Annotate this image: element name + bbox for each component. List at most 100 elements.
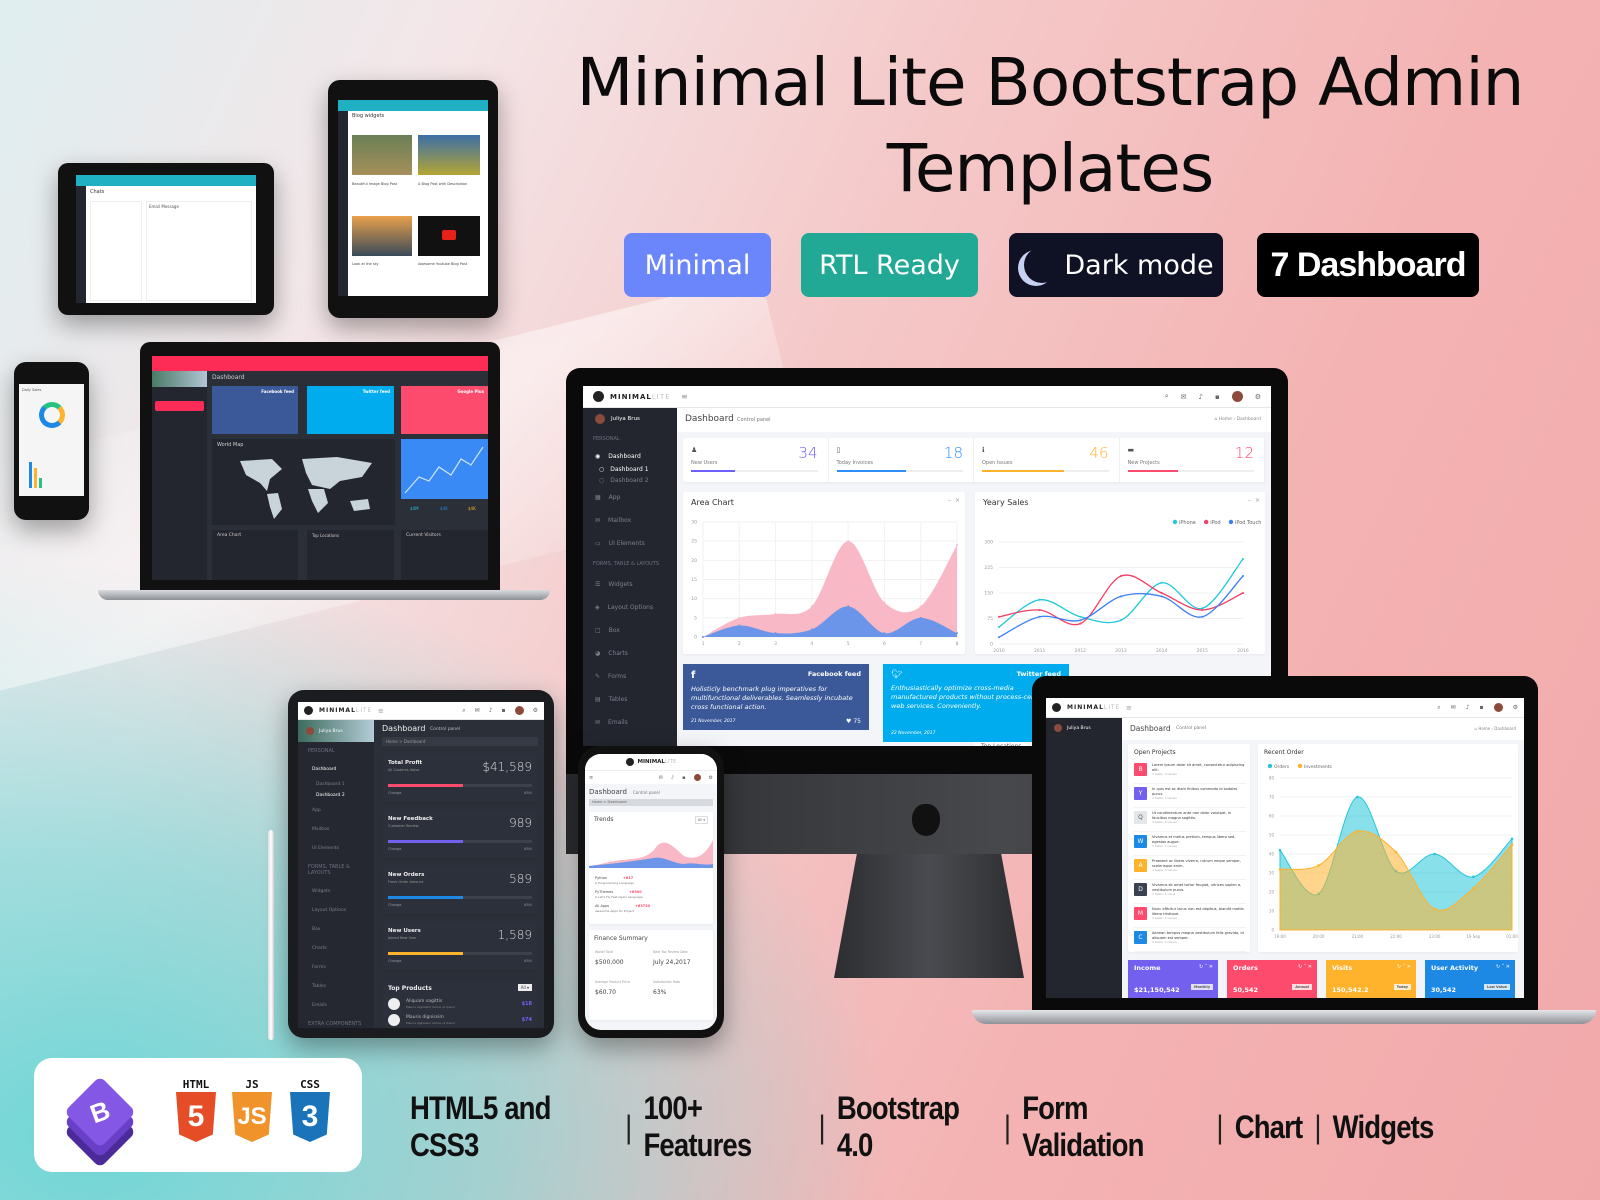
sidebar-user[interactable]: Juliya Brus — [1046, 718, 1122, 738]
x-tick-label: 1 — [702, 641, 705, 647]
mail-icon[interactable]: ✉ — [475, 707, 480, 714]
youtube-play-icon[interactable] — [442, 230, 456, 240]
sidebar-item-box[interactable]: □ Box — [583, 619, 677, 642]
likes[interactable]: ♥ 75 — [846, 718, 861, 725]
sidebar-item-charts[interactable]: ◕ Charts — [583, 642, 677, 665]
sidebar-label: Mailbox — [608, 517, 632, 524]
brand-logo[interactable]: MINIMAL LITE — [583, 391, 677, 402]
search-icon[interactable]: ⌕ — [1165, 392, 1169, 401]
project-item[interactable]: A Praesent ac libero viverra, rutrum nequ… — [1134, 856, 1246, 880]
avatar[interactable] — [1493, 703, 1503, 712]
sidebar-item-app[interactable]: ▦ App — [583, 486, 677, 509]
project-item[interactable]: C Aenean tempus magna vestibulum felis gr… — [1134, 928, 1246, 952]
mail-icon[interactable]: ✉ — [1181, 393, 1187, 401]
breadcrumb-home[interactable]: Home — [1478, 726, 1490, 731]
chat-icon[interactable]: ▪ — [1215, 393, 1220, 401]
sidebar-item-dashboard[interactable] — [155, 401, 204, 411]
hamburger-menu-icon[interactable]: ≡ — [1126, 704, 1132, 712]
brand-logo[interactable]: MINIMAL LITE — [585, 754, 717, 770]
sidebar-item[interactable]: Dashboard 1 — [298, 779, 374, 790]
sidebar-item-dashboard-1[interactable]: ○ Dashboard 1 — [583, 464, 677, 475]
product-item[interactable]: Mauris dignissim Mauris dignissim lectus … — [388, 1014, 532, 1028]
project-item[interactable]: Q Ut condimentum ante non dolor volutpat,… — [1134, 808, 1246, 832]
widget-value: 150,542.2 — [1332, 986, 1369, 994]
gear-icon[interactable]: ⚙ — [1513, 704, 1518, 711]
phone-screen: MINIMAL LITE ≡ ✉ ♪ ▪ ⚙ Dashboard Control pane… — [585, 754, 717, 1030]
sidebar-user[interactable]: Juliya Brus — [298, 720, 374, 742]
sidebar-item[interactable]: Dashboard 2 — [298, 790, 374, 801]
avatar[interactable] — [1231, 391, 1243, 402]
sidebar-item[interactable]: Tables — [298, 977, 374, 996]
sales-line — [404, 446, 484, 494]
sidebar-item[interactable]: Widgets — [298, 882, 374, 901]
widget-controls-icon[interactable]: ↻ ˄ ✕ — [1199, 964, 1213, 970]
hamburger-menu-icon[interactable]: ≡ — [589, 775, 593, 781]
x-tick-label: 20:00 — [1313, 934, 1325, 939]
brand-logo[interactable]: MINIMAL LITE — [298, 706, 374, 715]
gear-icon[interactable]: ⚙ — [533, 707, 538, 714]
mail-icon[interactable]: ✉ — [659, 775, 663, 781]
chat-icon[interactable]: ▪ — [682, 775, 685, 781]
widget-controls-icon[interactable]: ↻ ˄ ✕ — [1397, 964, 1411, 970]
gear-icon[interactable]: ⚙ — [709, 775, 713, 781]
feature-item: Chart — [1234, 1108, 1303, 1145]
sidebar-item-forms[interactable]: ✎ Forms — [583, 665, 677, 688]
sidebar-item[interactable]: Mailbox — [298, 820, 374, 839]
sidebar-item-tables[interactable]: ▤ Tables — [583, 688, 677, 711]
bell-icon[interactable]: ♪ — [1466, 704, 1470, 711]
brand-logo[interactable]: MINIMAL LITE — [1046, 703, 1122, 712]
gear-icon[interactable]: ⚙ — [1255, 393, 1261, 401]
breadcrumb-home[interactable]: Home — [1219, 417, 1232, 422]
avatar[interactable] — [514, 706, 524, 715]
sidebar-item-emails[interactable]: ✉ Emails — [583, 711, 677, 734]
bell-icon[interactable]: ♪ — [1199, 393, 1203, 401]
bell-icon[interactable]: ♪ — [489, 707, 493, 714]
chat-icon[interactable]: ▪ — [502, 707, 506, 714]
blog-post-title: A Blog Post with Description — [418, 182, 468, 186]
search-icon[interactable]: ⌕ — [462, 707, 465, 715]
sidebar-item[interactable]: App — [298, 801, 374, 820]
hamburger-menu-icon[interactable]: ≡ — [378, 707, 384, 715]
hamburger-menu-icon[interactable]: ≡ — [681, 392, 688, 401]
video-thumbnail[interactable] — [418, 216, 480, 256]
search-icon[interactable]: ⌕ — [1437, 704, 1440, 712]
sidebar-item-ui-elements[interactable]: ▭ UI Elements — [583, 532, 677, 555]
sidebar-item[interactable]: Forms — [298, 958, 374, 977]
project-item[interactable]: D Vivamus sit amet tortor feugiat, ultric… — [1134, 880, 1246, 904]
sidebar-item[interactable]: Layout Options — [298, 901, 374, 920]
bell-icon[interactable]: ♪ — [671, 775, 674, 781]
widget-controls-icon[interactable]: ↻ ˄ ✕ — [1298, 964, 1312, 970]
sidebar-item-mailbox[interactable]: ✉ Mailbox — [583, 509, 677, 532]
project-item[interactable]: M Nunc efficitur lacus non est dapibus, b… — [1134, 904, 1246, 928]
data-point — [1120, 595, 1122, 598]
sidebar-user[interactable]: Juliya Brus — [583, 408, 677, 430]
sidebar-item[interactable]: Box — [298, 920, 374, 939]
hero-title-line2: Templates — [886, 130, 1215, 207]
mail-icon[interactable]: ✉ — [1451, 704, 1456, 711]
project-item[interactable]: W Vivamus et metus pretium, tempus libero… — [1134, 832, 1246, 856]
product-item[interactable]: Aliquam sagittis Mauris dignissim lectus … — [388, 998, 532, 1012]
chat-icon[interactable]: ▪ — [1480, 704, 1484, 711]
sidebar-item-widgets[interactable]: ☰ Widgets — [583, 573, 677, 596]
project-item[interactable]: Y In quis est ac diam finibus commodo id … — [1134, 784, 1246, 808]
project-text: Ut condimentum ante non dolor volutpat, … — [1152, 811, 1232, 820]
data-point — [1120, 619, 1122, 622]
sidebar-item-layout-options[interactable]: ◈ Layout Options — [583, 596, 677, 619]
project-letter-avatar: B — [1134, 763, 1147, 776]
bar — [39, 478, 42, 488]
sidebar-item-dashboard[interactable]: ◉ Dashboard — [583, 448, 677, 464]
sidebar-item-dashboard-2[interactable]: ○ Dashboard 2 — [583, 475, 677, 486]
product-thumb — [388, 998, 400, 1010]
trends-filter[interactable]: All ▾ — [694, 816, 708, 824]
sidebar-item[interactable]: Emails — [298, 996, 374, 1015]
facebook-card: Facebook feed — [212, 386, 298, 434]
filter-select[interactable]: All ▾ — [517, 984, 532, 991]
project-item[interactable]: B Lorem ipsum dolor sit amet, consectetur… — [1134, 760, 1246, 784]
sidebar-item[interactable]: Charts — [298, 939, 374, 958]
avatar[interactable] — [693, 774, 701, 781]
page-title: Dashboard — [212, 374, 245, 381]
sidebar-item[interactable]: Dashboard — [298, 760, 374, 779]
sidebar-item[interactable]: UI Elements — [298, 839, 374, 858]
data-point — [1160, 595, 1163, 598]
widget-controls-icon[interactable]: ↻ ˄ ✕ — [1496, 964, 1510, 970]
